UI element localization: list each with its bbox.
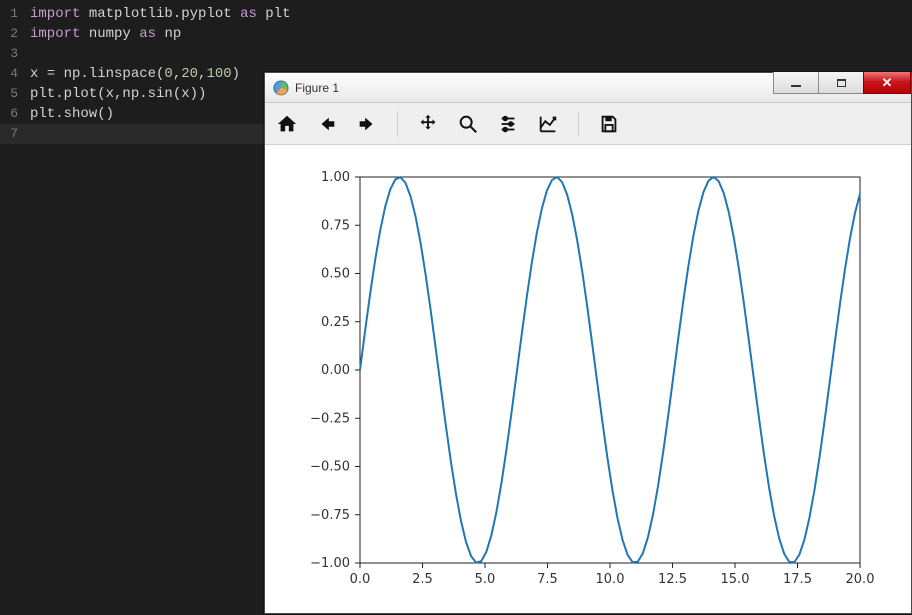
- window-titlebar[interactable]: Figure 1 ✕: [265, 73, 911, 103]
- back-icon[interactable]: [313, 110, 341, 138]
- plot-canvas[interactable]: −1.00 −0.75 −0.50 −0.25 0.00 0.25 0.50 0.75 1.00…: [265, 145, 911, 613]
- close-button[interactable]: ✕: [863, 72, 911, 94]
- line-number: 4: [0, 64, 30, 84]
- window-title: Figure 1: [295, 81, 774, 95]
- figure-window: Figure 1 ✕: [264, 72, 912, 614]
- line-number: 2: [0, 24, 30, 44]
- code-line[interactable]: 2import numpy as np: [0, 24, 912, 44]
- pan-icon[interactable]: [414, 110, 442, 138]
- y-tick-label: 0.75: [321, 218, 350, 233]
- x-tick-label: 0.0: [350, 572, 371, 587]
- home-icon[interactable]: [273, 110, 301, 138]
- configure-subplots-icon[interactable]: [494, 110, 522, 138]
- y-tick-label: 0.00: [321, 363, 350, 378]
- edit-axes-icon[interactable]: [534, 110, 562, 138]
- code-content: import matplotlib.pyplot as plt: [30, 4, 912, 24]
- y-tick-label: 0.50: [321, 267, 350, 282]
- toolbar-separator: [397, 111, 398, 137]
- y-tick-label: 1.00: [321, 170, 350, 185]
- code-content: [30, 44, 912, 64]
- line-number: 5: [0, 84, 30, 104]
- x-tick-label: 7.5: [537, 572, 558, 587]
- code-line[interactable]: 1import matplotlib.pyplot as plt: [0, 4, 912, 24]
- x-tick-label: 2.5: [412, 572, 433, 587]
- code-content: import numpy as np: [30, 24, 912, 44]
- save-icon[interactable]: [595, 110, 623, 138]
- window-controls: ✕: [774, 73, 911, 102]
- line-number: 7: [0, 124, 30, 144]
- y-tick-label: −0.75: [310, 508, 350, 523]
- zoom-icon[interactable]: [454, 110, 482, 138]
- series-line: [360, 177, 860, 563]
- x-tick-label: 5.0: [475, 572, 496, 587]
- toolbar-separator: [578, 111, 579, 137]
- line-number: 1: [0, 4, 30, 24]
- matplotlib-app-icon: [273, 80, 289, 96]
- x-tick-label: 20.0: [846, 572, 875, 587]
- line-number: 6: [0, 104, 30, 124]
- forward-icon[interactable]: [353, 110, 381, 138]
- x-tick-label: 17.5: [783, 572, 812, 587]
- x-tick-label: 10.0: [596, 572, 625, 587]
- y-tick-label: −0.50: [310, 460, 350, 475]
- minimize-button[interactable]: [773, 72, 819, 94]
- y-tick-label: −0.25: [310, 411, 350, 426]
- code-line[interactable]: 3: [0, 44, 912, 64]
- figure-toolbar: [265, 103, 911, 145]
- maximize-button[interactable]: [818, 72, 864, 94]
- line-chart: −1.00 −0.75 −0.50 −0.25 0.00 0.25 0.50 0.75 1.00…: [265, 145, 912, 615]
- line-number: 3: [0, 44, 30, 64]
- y-tick-label: 0.25: [321, 315, 350, 330]
- x-tick-label: 12.5: [658, 572, 687, 587]
- y-tick-label: −1.00: [310, 556, 350, 571]
- x-tick-label: 15.0: [721, 572, 750, 587]
